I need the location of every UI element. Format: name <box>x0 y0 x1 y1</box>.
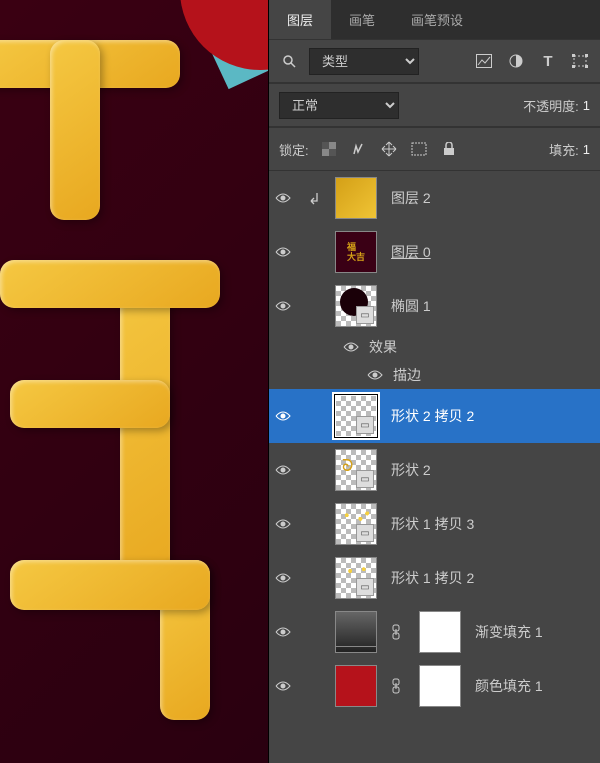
panel-tabs: 图层 画笔 画笔预设 <box>269 0 600 39</box>
link-icon <box>391 624 405 640</box>
lock-position-icon[interactable] <box>379 139 399 159</box>
layer-row[interactable]: ▭ 形状 1 拷贝 2 <box>269 551 600 605</box>
layer-row[interactable]: 图层 2 <box>269 171 600 225</box>
visibility-toggle[interactable] <box>275 464 291 476</box>
visibility-toggle[interactable] <box>275 410 291 422</box>
canvas-shape <box>180 0 268 70</box>
visibility-toggle[interactable] <box>275 300 291 312</box>
visibility-toggle[interactable] <box>275 572 291 584</box>
link-icon <box>391 678 405 694</box>
layer-row[interactable]: ▭ 椭圆 1 <box>269 279 600 333</box>
vector-mask-icon: ▭ <box>356 524 374 542</box>
mask-thumbnail[interactable] <box>419 665 461 707</box>
vector-mask-icon: ▭ <box>356 470 374 488</box>
visibility-toggle[interactable] <box>367 369 383 381</box>
visibility-toggle[interactable] <box>275 680 291 692</box>
adjustment-filter-icon[interactable] <box>506 51 526 71</box>
layer-thumbnail[interactable]: ▭ <box>335 395 377 437</box>
blend-mode-select[interactable]: 正常 <box>279 92 399 119</box>
canvas-shape <box>10 560 210 610</box>
opacity-value[interactable]: 1 <box>583 98 590 113</box>
effect-stroke-label: 描边 <box>393 365 421 385</box>
clip-indicator-icon <box>305 191 321 205</box>
mask-thumbnail[interactable] <box>419 611 461 653</box>
blend-row: 正常 不透明度: 1 <box>269 83 600 127</box>
layer-row[interactable]: 福大吉 图层 0 <box>269 225 600 279</box>
layer-thumbnail[interactable] <box>335 177 377 219</box>
lock-label: 锁定: <box>279 140 309 159</box>
layer-thumbnail[interactable] <box>335 665 377 707</box>
visibility-toggle[interactable] <box>275 192 291 204</box>
filter-row: 类型 T <box>269 39 600 83</box>
image-filter-icon[interactable] <box>474 51 494 71</box>
layer-thumbnail[interactable]: ▭ <box>335 285 377 327</box>
opacity-label: 不透明度: <box>523 96 579 115</box>
visibility-toggle[interactable] <box>275 626 291 638</box>
layer-thumbnail[interactable]: ▭ <box>335 557 377 599</box>
tab-brush-presets[interactable]: 画笔预设 <box>393 0 481 39</box>
layer-name[interactable]: 图层 0 <box>391 242 431 262</box>
canvas-shape <box>0 260 220 308</box>
effect-item-row[interactable]: 描边 <box>269 361 600 389</box>
search-icon <box>279 51 299 71</box>
layer-name[interactable]: 渐变填充 1 <box>475 622 543 642</box>
layer-thumbnail[interactable]: ▭ <box>335 503 377 545</box>
lock-all-icon[interactable] <box>439 139 459 159</box>
layer-name[interactable]: 形状 1 拷贝 3 <box>391 514 474 534</box>
lock-pixels-icon[interactable] <box>349 139 369 159</box>
visibility-toggle[interactable] <box>343 341 359 353</box>
layers-list: 图层 2 福大吉 图层 0 ▭ 椭圆 1 <box>269 171 600 763</box>
tab-brush[interactable]: 画笔 <box>331 0 393 39</box>
layer-thumbnail[interactable]: ᘐ ▭ <box>335 449 377 491</box>
layer-row[interactable]: 渐变填充 1 <box>269 605 600 659</box>
layer-thumbnail[interactable] <box>335 611 377 653</box>
layer-row[interactable]: ▭ 形状 1 拷贝 3 <box>269 497 600 551</box>
lock-transparent-icon[interactable] <box>319 139 339 159</box>
text-filter-icon[interactable]: T <box>538 51 558 71</box>
vector-mask-icon: ▭ <box>356 306 374 324</box>
layer-name[interactable]: 颜色填充 1 <box>475 676 543 696</box>
canvas-shape <box>50 40 100 220</box>
effects-row[interactable]: 效果 <box>269 333 600 361</box>
layer-name[interactable]: 形状 2 拷贝 2 <box>391 406 474 426</box>
vector-mask-icon: ▭ <box>356 416 374 434</box>
tab-layers[interactable]: 图层 <box>269 0 331 39</box>
canvas-preview <box>0 0 268 763</box>
layer-row[interactable]: ▭ 形状 2 拷贝 2 <box>269 389 600 443</box>
fill-value[interactable]: 1 <box>583 142 590 157</box>
lock-row: 锁定: 填充: 1 <box>269 127 600 171</box>
layer-name[interactable]: 图层 2 <box>391 188 431 208</box>
layer-name[interactable]: 形状 1 拷贝 2 <box>391 568 474 588</box>
canvas-shape <box>10 380 170 428</box>
layer-row[interactable]: 颜色填充 1 <box>269 659 600 713</box>
layer-name[interactable]: 椭圆 1 <box>391 296 431 316</box>
layer-row[interactable]: ᘐ ▭ 形状 2 <box>269 443 600 497</box>
effects-label: 效果 <box>369 337 397 357</box>
layers-panel: 图层 画笔 画笔预设 类型 T 正常 不透明度: 1 <box>268 0 600 763</box>
fill-label: 填充: <box>549 140 579 159</box>
visibility-toggle[interactable] <box>275 518 291 530</box>
layer-name[interactable]: 形状 2 <box>391 460 431 480</box>
vector-mask-icon: ▭ <box>356 578 374 596</box>
visibility-toggle[interactable] <box>275 246 291 258</box>
filter-type-select[interactable]: 类型 <box>309 48 419 75</box>
lock-artboard-icon[interactable] <box>409 139 429 159</box>
layer-thumbnail[interactable]: 福大吉 <box>335 231 377 273</box>
shape-filter-icon[interactable] <box>570 51 590 71</box>
